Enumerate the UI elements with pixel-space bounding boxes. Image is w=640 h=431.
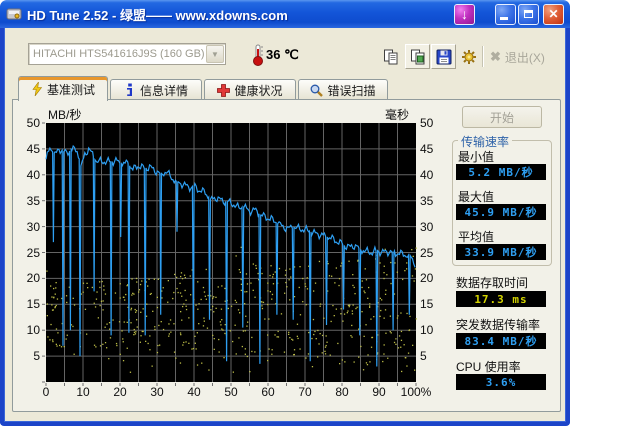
min-label: 最小值 [458,150,495,164]
y-right-tick-label: 10 [420,323,434,338]
y-right-tick-label: 5 [420,349,427,364]
chart-plot-area [42,122,417,386]
tab-label: 错误扫描 [327,83,376,98]
x-axis-tick-label: 100% [400,385,432,399]
save-icon [436,49,451,64]
minimize-icon [500,16,508,20]
exit-label: 退出(X) [504,50,545,65]
maximize-button[interactable] [518,3,539,25]
access-time-display: 17.3 ms [456,291,546,307]
app-icon [6,8,22,20]
min-value-display: 5.2 MB/秒 [456,164,546,180]
start-button-label: 开始 [489,110,514,125]
y-right-tick-label: 40 [420,167,434,182]
burst-rate-display: 83.4 MB/秒 [456,333,546,349]
close-button[interactable]: ✕ [543,3,564,25]
y-right-tick-label: 30 [420,219,434,234]
y-right-tick-label: 25 [420,245,434,260]
app-window: HD Tune 2.52 - 绿盟—— www.xdowns.com ↓ ✕ H… [0,0,570,426]
y-left-axis-title: MB/秒 [48,108,82,122]
tab-health[interactable]: 健康状况 [204,79,296,100]
options-button[interactable] [456,44,481,69]
y-left-tick-label: 10 [26,323,40,338]
copy-to-clipboard-button[interactable] [378,44,403,69]
thermometer-icon [253,44,263,66]
y-left-tick-label: 15 [26,297,40,312]
download-arrow-icon: ↓ [461,6,468,22]
tab-benchmark[interactable]: 基准测试 [18,76,108,101]
tab-info[interactable]: 信息详情 [110,79,202,100]
y-right-tick-label: 45 [420,141,434,156]
tab-label: 基准测试 [46,82,95,97]
y-left-tick-label: 30 [26,219,40,234]
drive-select-value: HITACHI HTS541616J9S (160 GB) [33,48,205,60]
start-button[interactable]: 开始 [462,106,542,128]
window-title: HD Tune 2.52 - 绿盟—— www.xdowns.com [27,7,288,23]
info-icon [126,83,132,96]
save-button[interactable] [431,44,456,69]
y-left-tick-label: 35 [26,193,40,208]
cpu-usage-display: 3.6% [456,374,546,390]
tab-label: 健康状况 [234,83,283,98]
y-left-tick-label: 50 [26,116,40,130]
y-right-axis-title: 毫秒 [385,108,410,122]
health-icon [217,83,231,97]
toolbar-separator [482,46,484,67]
avg-value-display: 33.9 MB/秒 [456,244,546,260]
y-right-tick-label: 20 [420,271,434,286]
copy-icon [383,49,397,64]
access-time-label: 数据存取时间 [456,276,529,290]
minimize-button[interactable] [495,3,516,25]
tab-error-scan[interactable]: 错误扫描 [298,79,388,100]
tab-label: 信息详情 [139,83,188,98]
max-label: 最大值 [458,190,495,204]
maximize-icon [524,10,533,18]
scan-icon [311,84,324,97]
download-button[interactable]: ↓ [454,3,475,25]
exit-button[interactable]: ✖ 退出(X) [490,46,545,68]
y-left-tick-label: 25 [26,245,40,260]
y-left-tick-label: 5 [33,349,40,364]
y-right-tick-label: 50 [420,116,434,130]
max-value-display: 45.9 MB/秒 [456,204,546,220]
close-icon: ✕ [548,7,559,21]
options-icon [461,49,476,64]
benchmark-chart [42,122,417,386]
drive-select[interactable]: HITACHI HTS541616J9S (160 GB) ▼ [28,43,226,65]
y-left-tick-label: 20 [26,271,40,286]
copy-image-icon [410,49,424,64]
y-right-tick-label: 35 [420,193,434,208]
benchmark-icon [32,82,43,96]
chevron-down-icon: ▼ [206,45,224,63]
burst-rate-label: 突发数据传输率 [456,318,541,332]
cpu-usage-label: CPU 使用率 [456,360,521,374]
copy-screenshot-button[interactable] [405,44,430,69]
avg-label: 平均值 [458,230,495,244]
y-left-tick-label: 45 [26,141,40,156]
exit-x-icon: ✖ [490,49,501,64]
titlebar: HD Tune 2.52 - 绿盟—— www.xdowns.com ↓ ✕ [0,0,570,28]
y-right-tick-label: 15 [420,297,434,312]
y-left-tick-label: 40 [26,167,40,182]
temperature-value: 36 ℃ [266,47,299,62]
